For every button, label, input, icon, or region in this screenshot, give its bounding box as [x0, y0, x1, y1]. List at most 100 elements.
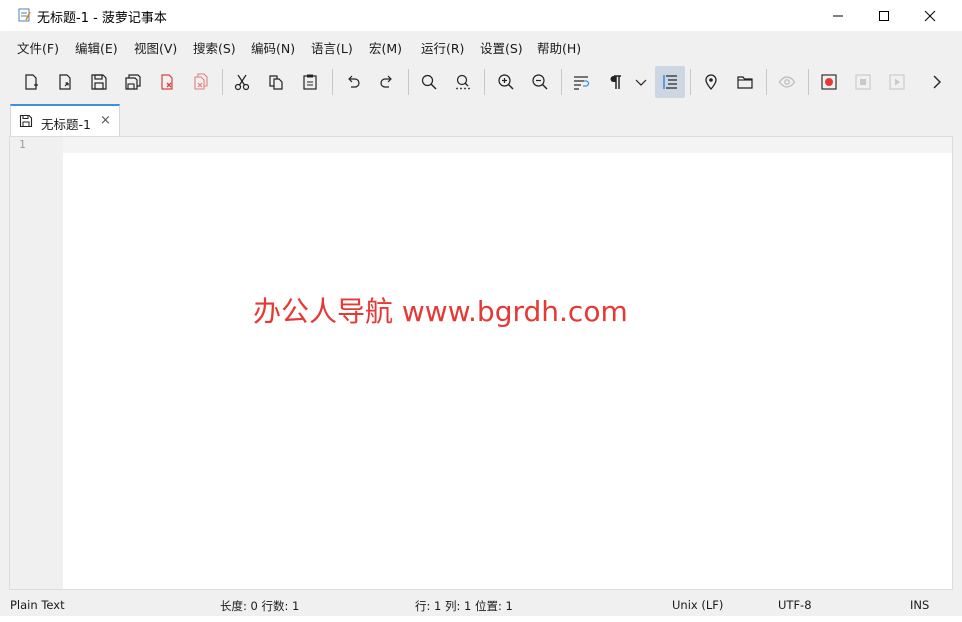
close-file-icon [161, 74, 173, 90]
notepad-app-icon [18, 8, 31, 22]
close-icon [924, 10, 936, 21]
line-number: 1 [19, 138, 26, 151]
menu-help[interactable]: 帮助(H) [537, 38, 581, 57]
toolbar-separator [766, 69, 767, 95]
status-insert-mode[interactable]: INS [910, 598, 929, 612]
dropdown-chevron-icon [635, 79, 647, 86]
toolbar-separator [484, 69, 485, 95]
minimize-icon [833, 15, 843, 16]
toolbar-separator [808, 69, 809, 95]
new-file-button[interactable] [16, 66, 46, 98]
zoom-out-icon [532, 74, 548, 90]
play-macro-button[interactable] [882, 66, 912, 98]
status-line-ending[interactable]: Unix (LF) [672, 598, 723, 612]
menu-bar: 文件(F) 编辑(E) 视图(V) 搜索(S) 编码(N) 语言(L) 宏(M)… [0, 31, 962, 61]
status-cursor-position: 行: 1 列: 1 位置: 1 [415, 599, 513, 613]
window-bottom-edge [0, 616, 962, 622]
menu-edit[interactable]: 编辑(E) [75, 38, 118, 57]
copy-icon [269, 75, 283, 90]
menu-language[interactable]: 语言(L) [311, 38, 353, 57]
open-file-button[interactable] [50, 66, 80, 98]
zoom-out-button[interactable] [525, 66, 555, 98]
paste-button[interactable] [295, 66, 325, 98]
indent-guide-icon [663, 75, 677, 89]
new-file-icon [25, 74, 38, 90]
show-symbols-button[interactable] [600, 66, 630, 98]
undo-icon [348, 75, 360, 88]
menu-macro[interactable]: 宏(M) [369, 38, 402, 57]
save-icon [91, 74, 107, 90]
toolbar-separator [561, 69, 562, 95]
toolbar-separator [332, 69, 333, 95]
copy-button[interactable] [261, 66, 291, 98]
show-symbols-icon [610, 75, 621, 89]
menu-settings[interactable]: 设置(S) [480, 38, 523, 57]
menu-run[interactable]: 运行(R) [421, 38, 464, 57]
bookmark-button[interactable] [696, 66, 726, 98]
app-window: 无标题-1 - 菠萝记事本 文件(F) 编辑(E) 视图(V) 搜索(S) 编码… [0, 0, 962, 622]
indent-guide-button[interactable] [655, 66, 685, 98]
redo-button[interactable] [372, 66, 402, 98]
menu-search[interactable]: 搜索(S) [193, 38, 236, 57]
watermark-text: 办公人导航 www.bgrdh.com [253, 295, 628, 328]
close-file-button[interactable] [152, 66, 182, 98]
toolbar-separator [690, 69, 691, 95]
maximize-icon [879, 10, 889, 21]
record-macro-icon [821, 74, 837, 90]
save-button[interactable] [84, 66, 114, 98]
menu-view[interactable]: 视图(V) [134, 38, 177, 57]
zoom-in-button[interactable] [491, 66, 521, 98]
window-title: 无标题-1 - 菠萝记事本 [37, 11, 167, 26]
folder-icon [737, 76, 753, 89]
play-macro-icon [889, 74, 905, 90]
close-all-icon [194, 73, 208, 90]
bookmark-pin-icon [705, 74, 717, 90]
preview-button[interactable] [772, 66, 802, 98]
line-number-gutter: 1 [10, 137, 63, 589]
status-encoding[interactable]: UTF-8 [778, 598, 812, 612]
close-button[interactable] [907, 0, 953, 31]
stop-record-icon [855, 74, 871, 90]
toolbar [0, 61, 962, 103]
tab-close-icon[interactable]: × [100, 113, 111, 128]
undo-button[interactable] [338, 66, 368, 98]
record-macro-button[interactable] [814, 66, 844, 98]
zoom-in-icon [498, 74, 514, 90]
tab-label: 无标题-1 [41, 117, 91, 132]
status-language[interactable]: Plain Text [10, 598, 65, 612]
open-file-icon [59, 74, 71, 90]
save-all-button[interactable] [118, 66, 148, 98]
editor-area[interactable]: 1 [9, 136, 953, 590]
folder-button[interactable] [730, 66, 760, 98]
paste-icon [303, 74, 317, 90]
minimize-button[interactable] [815, 0, 861, 31]
save-all-icon [125, 74, 141, 90]
tab-untitled-1[interactable]: 无标题-1 × [10, 104, 120, 136]
save-icon [19, 114, 33, 128]
cut-icon [234, 74, 250, 91]
find-replace-icon [456, 74, 470, 90]
redo-icon [380, 75, 392, 88]
cut-button[interactable] [227, 66, 257, 98]
find-button[interactable] [414, 66, 444, 98]
menu-file[interactable]: 文件(F) [17, 38, 59, 57]
word-wrap-button[interactable] [566, 66, 596, 98]
find-replace-button[interactable] [448, 66, 478, 98]
preview-eye-icon [778, 76, 796, 88]
text-input[interactable] [63, 137, 952, 589]
show-symbols-dropdown[interactable] [628, 66, 654, 98]
menu-encoding[interactable]: 编码(N) [251, 38, 295, 57]
find-icon [421, 74, 437, 90]
maximize-button[interactable] [861, 0, 907, 31]
stop-record-button[interactable] [848, 66, 878, 98]
title-bar: 无标题-1 - 菠萝记事本 [0, 0, 962, 31]
more-chevron-icon [933, 75, 941, 89]
toolbar-separator [408, 69, 409, 95]
status-length-lines: 长度: 0 行数: 1 [220, 599, 300, 613]
tab-bar: 无标题-1 × [9, 103, 953, 137]
word-wrap-icon [574, 76, 590, 90]
more-tools-button[interactable] [922, 66, 952, 98]
toolbar-separator [222, 69, 223, 95]
status-bar: Plain Text 长度: 0 行数: 1 行: 1 列: 1 位置: 1 U… [0, 594, 962, 616]
close-all-button[interactable] [186, 66, 216, 98]
